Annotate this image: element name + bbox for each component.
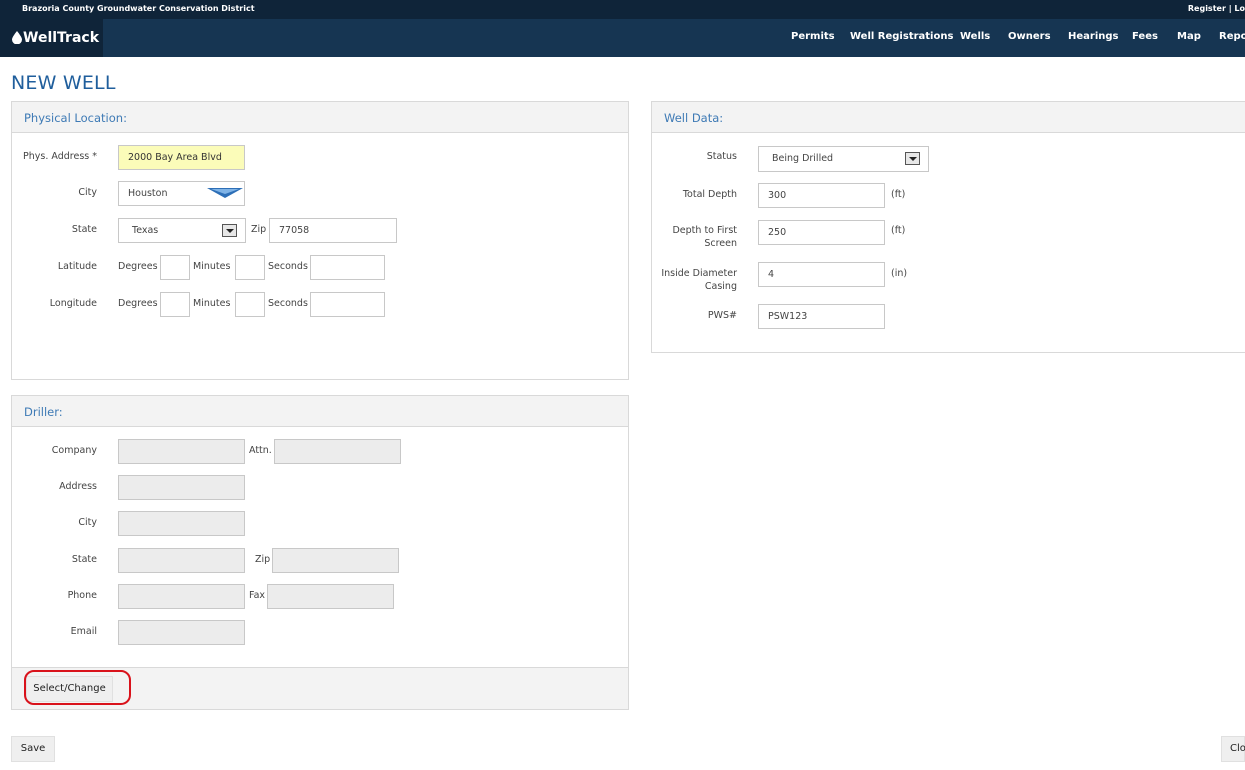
nav-item-wells[interactable]: Wells: [960, 31, 990, 42]
driller-city-input: [118, 511, 245, 536]
status-label: Status: [706, 151, 737, 162]
dropdown-arrow-icon: [905, 152, 920, 165]
longitude-label: Longitude: [49, 298, 97, 309]
save-button[interactable]: Save: [11, 736, 55, 762]
first-screen-unit: (ft): [891, 225, 906, 236]
driller-phone-label: Phone: [67, 590, 97, 601]
nav-item-owners[interactable]: Owners: [1008, 31, 1051, 42]
nav-item-reports[interactable]: Repo: [1219, 31, 1245, 42]
phys-address-label: Phys. Address *: [23, 151, 97, 162]
status-select[interactable]: Being Drilled: [758, 146, 929, 172]
latitude-minutes-input[interactable]: [235, 255, 265, 280]
driller-zip-label: Zip: [255, 554, 271, 565]
nav-item-fees[interactable]: Fees: [1132, 31, 1158, 42]
driller-state-label: State: [71, 554, 97, 565]
latitude-seconds-label: Seconds: [268, 261, 308, 272]
auth-links: Register | Lo: [1188, 4, 1245, 13]
city-label: City: [78, 187, 97, 198]
nav-item-well-registrations[interactable]: Well Registrations: [850, 31, 953, 42]
nav-item-permits[interactable]: Permits: [791, 31, 835, 42]
longitude-minutes-input[interactable]: [235, 292, 265, 317]
longitude-degrees-label: Degrees: [118, 298, 158, 309]
longitude-degrees-input[interactable]: [160, 292, 190, 317]
chevron-down-icon[interactable]: [207, 188, 243, 198]
total-depth-label: Total Depth: [682, 189, 737, 200]
phys-address-input[interactable]: 2000 Bay Area Blvd: [118, 145, 245, 170]
dropdown-arrow-icon: [222, 224, 237, 237]
casing-label-line2: Casing: [704, 281, 737, 292]
longitude-minutes-label: Minutes: [193, 298, 231, 309]
main-navbar: WellTrack Permits Well Registrations Wel…: [0, 19, 1245, 57]
longitude-seconds-label: Seconds: [268, 298, 308, 309]
driller-panel: Driller: Company Attn. Address City Stat…: [11, 395, 629, 710]
inside-diameter-casing-input[interactable]: 4: [758, 262, 885, 287]
pws-input[interactable]: PSW123: [758, 304, 885, 329]
zip-input[interactable]: 77058: [269, 218, 397, 243]
nav-item-hearings[interactable]: Hearings: [1068, 31, 1119, 42]
driller-fax-input: [267, 584, 394, 609]
depth-to-first-screen-input[interactable]: 250: [758, 220, 885, 245]
driller-fax-label: Fax: [249, 590, 266, 601]
latitude-degrees-label: Degrees: [118, 261, 158, 272]
well-data-panel: Well Data: Status Being Drilled Total De…: [651, 101, 1245, 353]
driller-state-input: [118, 548, 245, 573]
close-button[interactable]: Clo: [1221, 736, 1245, 762]
well-data-heading: Well Data:: [652, 102, 1245, 133]
total-depth-unit: (ft): [891, 189, 906, 200]
casing-unit: (in): [891, 268, 908, 279]
driller-company-label: Company: [51, 445, 97, 456]
driller-attn-label: Attn.: [249, 445, 272, 456]
casing-label-line1: Inside Diameter: [661, 268, 737, 279]
driller-heading: Driller:: [12, 396, 628, 427]
physical-location-panel: Physical Location: Phys. Address * 2000 …: [11, 101, 629, 380]
city-value: Houston: [128, 188, 168, 199]
latitude-seconds-input[interactable]: [310, 255, 385, 280]
latitude-degrees-input[interactable]: [160, 255, 190, 280]
auth-separator: |: [1228, 4, 1232, 13]
driller-address-label: Address: [59, 481, 97, 492]
latitude-label: Latitude: [57, 261, 97, 272]
driller-address-input: [118, 475, 245, 500]
pws-label: PWS#: [707, 310, 737, 321]
state-label: State: [71, 224, 97, 235]
nav-item-map[interactable]: Map: [1177, 31, 1201, 42]
driller-zip-input: [272, 548, 399, 573]
driller-phone-input: [118, 584, 245, 609]
page-title: NEW WELL: [11, 72, 116, 94]
driller-email-label: Email: [70, 626, 97, 637]
driller-email-input: [118, 620, 245, 645]
top-bar: Brazoria County Groundwater Conservation…: [0, 0, 1245, 19]
highlight-circle: [24, 670, 131, 705]
first-screen-label-line2: Screen: [704, 238, 737, 249]
state-select[interactable]: Texas: [118, 218, 246, 243]
brand-logo[interactable]: WellTrack: [0, 19, 103, 57]
login-link[interactable]: Lo: [1234, 4, 1245, 13]
driller-company-input: [118, 439, 245, 464]
brand-name: WellTrack: [23, 30, 100, 46]
status-value: Being Drilled: [772, 153, 834, 164]
organization-name: Brazoria County Groundwater Conservation…: [22, 4, 255, 13]
longitude-seconds-input[interactable]: [310, 292, 385, 317]
total-depth-input[interactable]: 300: [758, 183, 885, 208]
latitude-minutes-label: Minutes: [193, 261, 231, 272]
register-link[interactable]: Register: [1188, 4, 1226, 13]
city-combobox[interactable]: Houston: [118, 181, 245, 206]
driller-attn-input: [274, 439, 401, 464]
driller-panel-footer: Select/Change: [12, 667, 628, 709]
state-value: Texas: [132, 225, 159, 236]
driller-city-label: City: [78, 517, 97, 528]
physical-location-heading: Physical Location:: [12, 102, 628, 133]
water-drop-icon: [12, 31, 22, 44]
zip-label: Zip: [251, 224, 267, 235]
first-screen-label-line1: Depth to First: [672, 225, 737, 236]
